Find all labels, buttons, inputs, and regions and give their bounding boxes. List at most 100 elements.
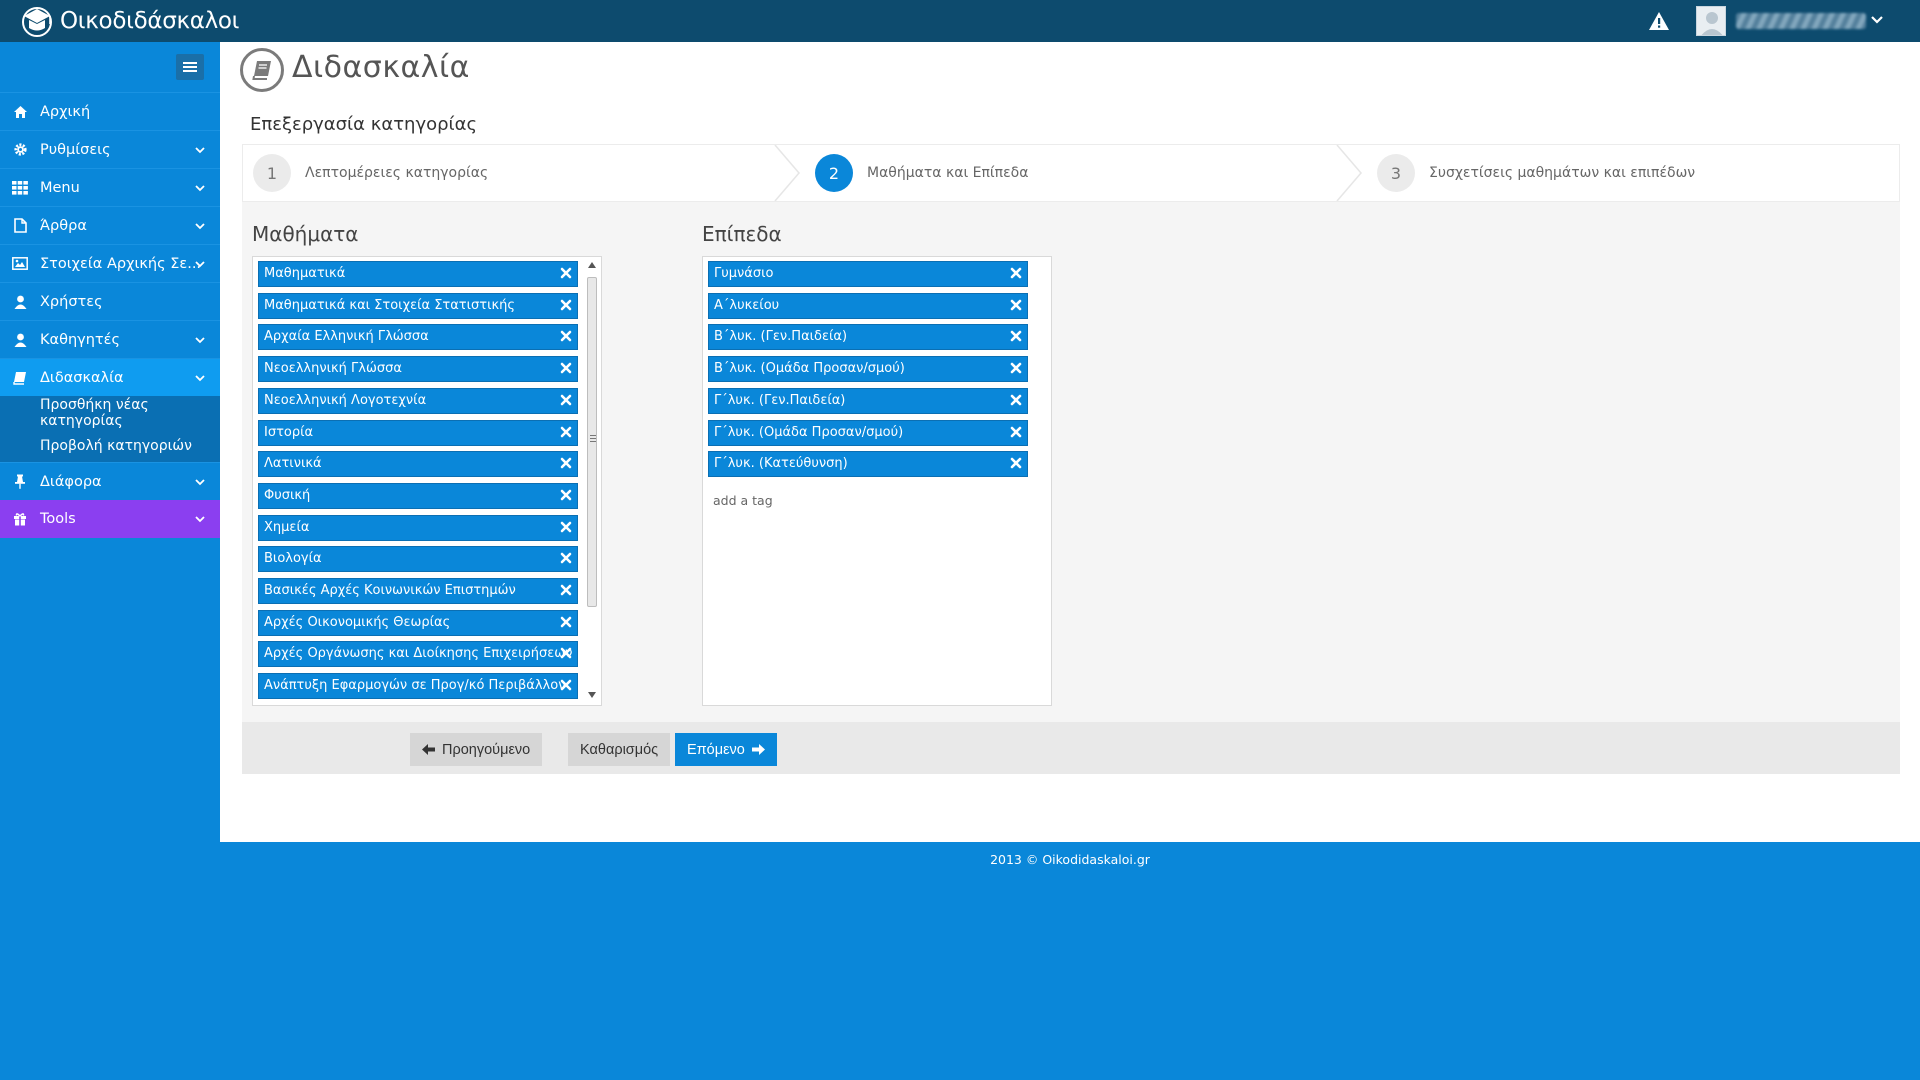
step-number: 2: [815, 154, 853, 192]
scroll-down-icon[interactable]: [587, 691, 597, 699]
remove-tag-icon[interactable]: [560, 330, 572, 342]
sidebar-item-label: Tools: [40, 511, 76, 527]
user-name[interactable]: [1736, 13, 1866, 29]
sidebar-item-teaching[interactable]: Διδασκαλία: [0, 358, 220, 396]
pin-icon: [12, 474, 28, 490]
remove-tag-icon[interactable]: [560, 362, 572, 374]
sidebar-item-tools[interactable]: Tools: [0, 500, 220, 538]
user-avatar-icon[interactable]: [1696, 6, 1726, 36]
tag-label: Γ΄λυκ. (Ομάδα Προσαν/σμού): [714, 424, 904, 440]
clear-button[interactable]: Καθαρισμός: [568, 733, 671, 766]
warning-triangle-icon[interactable]: [1648, 11, 1670, 31]
remove-tag-icon[interactable]: [1010, 330, 1022, 342]
remove-tag-icon[interactable]: [560, 552, 572, 564]
scroll-up-icon[interactable]: [587, 261, 597, 269]
wizard-step-3[interactable]: 3 Συσχετίσεις μαθημάτων και επιπέδων: [1377, 145, 1695, 201]
tag-label: Μαθηματικά: [264, 266, 346, 281]
remove-tag-icon[interactable]: [560, 616, 572, 628]
sidebar-item-label: Διάφορα: [40, 473, 102, 490]
brand[interactable]: Οικοδιδάσκαλοι: [20, 4, 239, 38]
next-button[interactable]: Επόμενο: [675, 733, 777, 766]
remove-tag-icon[interactable]: [560, 489, 572, 501]
remove-tag-icon[interactable]: [1010, 267, 1022, 279]
tag-chip: Βιολογία: [258, 546, 578, 573]
wizard-actions: Προηγούμενο Καθαρισμός Επόμενο: [242, 722, 1900, 774]
chevron-down-icon: [195, 375, 205, 382]
file-icon: [12, 218, 28, 234]
sidebar-item-home[interactable]: Αρχική: [0, 92, 220, 130]
tag-chip: Μαθηματικά και Στοιχεία Στατιστικής: [258, 292, 578, 319]
courses-scrollbar[interactable]: [585, 259, 599, 701]
wizard-step-1[interactable]: 1 Λεπτομέρειες κατηγορίας: [253, 145, 488, 201]
remove-tag-icon[interactable]: [560, 584, 572, 596]
sidebar-item-label: Χρήστες: [40, 293, 103, 310]
courses-tag-input[interactable]: Μαθηματικά Μαθηματικά και Στοιχεία Στατισ…: [252, 256, 602, 706]
tag-chip: Γυμνάσιο: [708, 261, 1028, 287]
home-icon: [12, 104, 28, 120]
wizard-step-2[interactable]: 2 Μαθήματα και Επίπεδα: [815, 145, 1028, 201]
remove-tag-icon[interactable]: [1010, 426, 1022, 438]
book-icon: [12, 370, 28, 386]
tag-label: Β΄λυκ. (Ομάδα Προσαν/σμού): [714, 361, 905, 377]
remove-tag-icon[interactable]: [1010, 394, 1022, 406]
remove-tag-icon[interactable]: [560, 679, 572, 691]
tag-chip: Ανάπτυξη Εφαρμογών σε Προγ/κό Περιβάλλον: [258, 673, 578, 700]
sidebar-toggle-button[interactable]: [176, 54, 204, 80]
tag-chip: Λατινικά: [258, 451, 578, 478]
tag-label: Μαθηματικά και Στοιχεία Στατιστικής: [264, 297, 516, 313]
tag-label: Νεοελληνική Λογοτεχνία: [264, 392, 427, 408]
remove-tag-icon[interactable]: [1010, 299, 1022, 311]
tag-label: Νεοελληνική Γλώσσα: [264, 361, 402, 377]
tag-label: Λατινικά: [264, 456, 322, 472]
sidebar-item-label: Διδασκαλία: [40, 369, 124, 386]
tag-chip: Νεοελληνική Λογοτεχνία: [258, 387, 578, 414]
add-tag-input[interactable]: add a tag: [713, 493, 773, 508]
remove-tag-icon[interactable]: [1010, 457, 1022, 469]
tag-label: Ιστορία: [264, 424, 314, 440]
courses-title: Μαθήματα: [252, 222, 359, 246]
brand-name: Οικοδιδάσκαλοι: [60, 8, 240, 34]
tag-chip: Χημεία: [258, 514, 578, 541]
sidebar-item-menu[interactable]: Menu: [0, 168, 220, 206]
sidebar-item-users[interactable]: Χρήστες: [0, 282, 220, 320]
sidebar-item-label: Άρθρα: [40, 217, 87, 234]
levels-title: Επίπεδα: [702, 222, 782, 246]
remove-tag-icon[interactable]: [560, 647, 572, 659]
sidebar-item-label: Καθηγητές: [40, 331, 120, 348]
sidebar-item-misc[interactable]: Διάφορα: [0, 462, 220, 500]
remove-tag-icon[interactable]: [560, 267, 572, 279]
sidebar-item-home-elements[interactable]: Στοιχεία Αρχικής Σε...: [0, 244, 220, 282]
remove-tag-icon[interactable]: [560, 521, 572, 533]
gear-icon: [12, 142, 28, 158]
sidebar-item-label: Στοιχεία Αρχικής Σε...: [40, 255, 202, 272]
clear-label: Καθαρισμός: [580, 741, 659, 758]
levels-tag-input[interactable]: add a tag Γυμνάσιο Α΄λυκείου Β΄λυκ. (Γεν.Π…: [702, 256, 1052, 706]
step-number: 3: [1377, 154, 1415, 192]
chevron-down-icon: [195, 147, 205, 154]
previous-button[interactable]: Προηγούμενο: [410, 733, 543, 766]
scrollbar-thumb[interactable]: [587, 277, 597, 607]
remove-tag-icon[interactable]: [560, 426, 572, 438]
tag-label: Γυμνάσιο: [714, 266, 774, 281]
sidebar-item-label: Menu: [40, 179, 80, 196]
sidebar-item-articles[interactable]: Άρθρα: [0, 206, 220, 244]
tag-chip: Ιστορία: [258, 419, 578, 446]
tag-label: Γ΄λυκ. (Γεν.Παιδεία): [714, 392, 846, 408]
chevron-down-icon[interactable]: [1870, 13, 1884, 27]
sidebar-item-settings[interactable]: Ρυθμίσεις: [0, 130, 220, 168]
sidebar-item-label: Αρχική: [40, 103, 91, 120]
step-number: 1: [253, 154, 291, 192]
remove-tag-icon[interactable]: [560, 457, 572, 469]
sidebar-subitem-view-categories[interactable]: Προβολή κατηγοριών: [0, 429, 220, 462]
remove-tag-icon[interactable]: [560, 299, 572, 311]
sidebar-subitem-add-category[interactable]: Προσθήκη νέας κατηγορίας: [0, 396, 220, 429]
tag-chip: Β΄λυκ. (Γεν.Παιδεία): [708, 324, 1028, 351]
tag-label: Βιολογία: [264, 551, 322, 567]
remove-tag-icon[interactable]: [560, 394, 572, 406]
tag-chip: Β΄λυκ. (Ομάδα Προσαν/σμού): [708, 356, 1028, 383]
tag-label: Ανάπτυξη Εφαρμογών σε Προγ/κό Περιβάλλον: [264, 678, 566, 694]
remove-tag-icon[interactable]: [1010, 362, 1022, 374]
image-icon: [12, 256, 28, 272]
step-separator: [1336, 145, 1362, 201]
sidebar-item-teachers[interactable]: Καθηγητές: [0, 320, 220, 358]
